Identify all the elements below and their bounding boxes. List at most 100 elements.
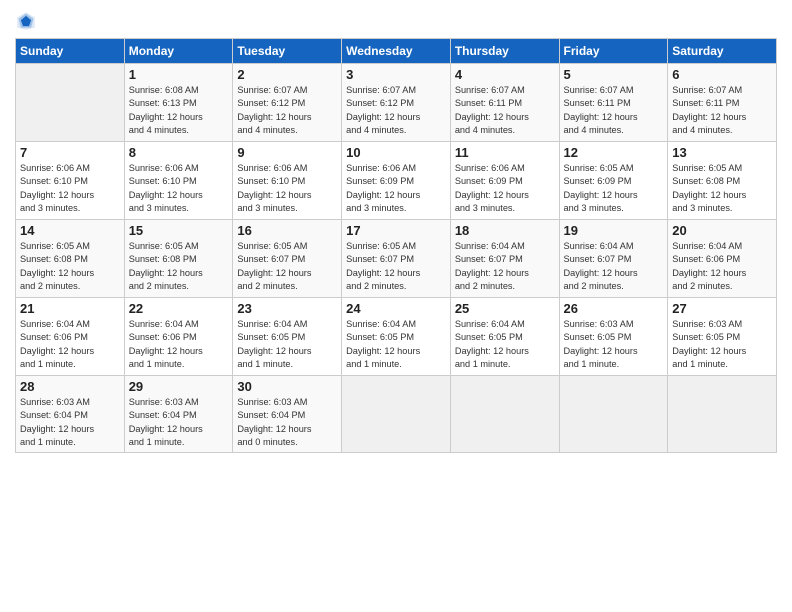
day-info: Sunrise: 6:07 AM Sunset: 6:12 PM Dayligh… (346, 84, 446, 137)
calendar-cell: 24 Sunrise: 6:04 AM Sunset: 6:05 PM Dayli… (342, 298, 451, 376)
day-info: Sunrise: 6:03 AM Sunset: 6:05 PM Dayligh… (564, 318, 664, 371)
calendar-cell: 30Sunrise: 6:03 AM Sunset: 6:04 PM Dayli… (233, 376, 342, 453)
day-of-week-header: Sunday (16, 39, 125, 64)
day-info: Sunrise: 6:06 AM Sunset: 6:10 PM Dayligh… (237, 162, 337, 215)
day-number: 13 (672, 145, 772, 160)
calendar-cell (342, 376, 451, 453)
header (15, 10, 777, 32)
day-of-week-header: Wednesday (342, 39, 451, 64)
day-info: Sunrise: 6:07 AM Sunset: 6:12 PM Dayligh… (237, 84, 337, 137)
calendar-cell (16, 64, 125, 142)
calendar-cell: 21 Sunrise: 6:04 AM Sunset: 6:06 PM Dayli… (16, 298, 125, 376)
day-info: Sunrise: 6:04 AM Sunset: 6:07 PM Dayligh… (455, 240, 555, 293)
calendar-cell (559, 376, 668, 453)
calendar-cell: 5 Sunrise: 6:07 AM Sunset: 6:11 PM Daylig… (559, 64, 668, 142)
day-number: 17 (346, 223, 446, 238)
calendar-week-row: 28 Sunrise: 6:03 AM Sunset: 6:04 PM Dayli… (16, 376, 777, 453)
day-info: Sunrise: 6:04 AM Sunset: 6:05 PM Dayligh… (346, 318, 446, 371)
calendar-week-row: 7 Sunrise: 6:06 AM Sunset: 6:10 PM Daylig… (16, 142, 777, 220)
day-number: 10 (346, 145, 446, 160)
calendar-cell: 8Sunrise: 6:06 AM Sunset: 6:10 PM Daylig… (124, 142, 233, 220)
day-info: Sunrise: 6:08 AM Sunset: 6:13 PM Dayligh… (129, 84, 229, 137)
day-number: 27 (672, 301, 772, 316)
calendar-cell: 12 Sunrise: 6:05 AM Sunset: 6:09 PM Dayli… (559, 142, 668, 220)
day-info: Sunrise: 6:05 AM Sunset: 6:08 PM Dayligh… (20, 240, 120, 293)
calendar-cell: 7 Sunrise: 6:06 AM Sunset: 6:10 PM Daylig… (16, 142, 125, 220)
calendar-cell: 29Sunrise: 6:03 AM Sunset: 6:04 PM Dayli… (124, 376, 233, 453)
day-info: Sunrise: 6:04 AM Sunset: 6:06 PM Dayligh… (672, 240, 772, 293)
day-info: Sunrise: 6:06 AM Sunset: 6:09 PM Dayligh… (455, 162, 555, 215)
calendar-cell: 2 Sunrise: 6:07 AM Sunset: 6:12 PM Daylig… (233, 64, 342, 142)
day-number: 12 (564, 145, 664, 160)
day-number: 15 (129, 223, 229, 238)
day-info: Sunrise: 6:07 AM Sunset: 6:11 PM Dayligh… (564, 84, 664, 137)
day-info: Sunrise: 6:06 AM Sunset: 6:09 PM Dayligh… (346, 162, 446, 215)
calendar-cell: 22 Sunrise: 6:04 AM Sunset: 6:06 PM Dayli… (124, 298, 233, 376)
day-number: 26 (564, 301, 664, 316)
day-number: 19 (564, 223, 664, 238)
day-number: 16 (237, 223, 337, 238)
calendar-week-row: 1Sunrise: 6:08 AM Sunset: 6:13 PM Daylig… (16, 64, 777, 142)
calendar-week-row: 14 Sunrise: 6:05 AM Sunset: 6:08 PM Dayli… (16, 220, 777, 298)
day-info: Sunrise: 6:05 AM Sunset: 6:08 PM Dayligh… (672, 162, 772, 215)
calendar-cell: 25 Sunrise: 6:04 AM Sunset: 6:05 PM Dayli… (450, 298, 559, 376)
day-info: Sunrise: 6:03 AM Sunset: 6:04 PM Dayligh… (20, 396, 120, 449)
day-info: Sunrise: 6:03 AM Sunset: 6:04 PM Dayligh… (237, 396, 337, 449)
day-number: 20 (672, 223, 772, 238)
calendar-cell: 19 Sunrise: 6:04 AM Sunset: 6:07 PM Dayli… (559, 220, 668, 298)
day-number: 7 (20, 145, 120, 160)
calendar-cell: 4Sunrise: 6:07 AM Sunset: 6:11 PM Daylig… (450, 64, 559, 142)
calendar-header-row: SundayMondayTuesdayWednesdayThursdayFrid… (16, 39, 777, 64)
calendar-table: SundayMondayTuesdayWednesdayThursdayFrid… (15, 38, 777, 453)
calendar-cell: 18 Sunrise: 6:04 AM Sunset: 6:07 PM Dayli… (450, 220, 559, 298)
logo (15, 10, 39, 32)
day-number: 23 (237, 301, 337, 316)
day-number: 28 (20, 379, 120, 394)
page-container: SundayMondayTuesdayWednesdayThursdayFrid… (0, 0, 792, 463)
day-info: Sunrise: 6:05 AM Sunset: 6:07 PM Dayligh… (237, 240, 337, 293)
day-info: Sunrise: 6:05 AM Sunset: 6:08 PM Dayligh… (129, 240, 229, 293)
day-number: 21 (20, 301, 120, 316)
calendar-cell: 9 Sunrise: 6:06 AM Sunset: 6:10 PM Daylig… (233, 142, 342, 220)
day-info: Sunrise: 6:03 AM Sunset: 6:05 PM Dayligh… (672, 318, 772, 371)
day-number: 18 (455, 223, 555, 238)
day-number: 24 (346, 301, 446, 316)
calendar-cell: 14 Sunrise: 6:05 AM Sunset: 6:08 PM Dayli… (16, 220, 125, 298)
day-info: Sunrise: 6:05 AM Sunset: 6:09 PM Dayligh… (564, 162, 664, 215)
day-info: Sunrise: 6:04 AM Sunset: 6:06 PM Dayligh… (129, 318, 229, 371)
day-number: 5 (564, 67, 664, 82)
day-of-week-header: Saturday (668, 39, 777, 64)
calendar-cell: 23 Sunrise: 6:04 AM Sunset: 6:05 PM Dayli… (233, 298, 342, 376)
day-number: 22 (129, 301, 229, 316)
calendar-cell: 10 Sunrise: 6:06 AM Sunset: 6:09 PM Dayli… (342, 142, 451, 220)
day-info: Sunrise: 6:04 AM Sunset: 6:05 PM Dayligh… (455, 318, 555, 371)
calendar-cell: 27 Sunrise: 6:03 AM Sunset: 6:05 PM Dayli… (668, 298, 777, 376)
day-info: Sunrise: 6:04 AM Sunset: 6:06 PM Dayligh… (20, 318, 120, 371)
day-number: 2 (237, 67, 337, 82)
day-number: 14 (20, 223, 120, 238)
day-of-week-header: Tuesday (233, 39, 342, 64)
day-number: 9 (237, 145, 337, 160)
day-number: 25 (455, 301, 555, 316)
day-number: 8 (129, 145, 229, 160)
calendar-cell: 1Sunrise: 6:08 AM Sunset: 6:13 PM Daylig… (124, 64, 233, 142)
day-number: 11 (455, 145, 555, 160)
calendar-cell (450, 376, 559, 453)
day-number: 3 (346, 67, 446, 82)
day-info: Sunrise: 6:04 AM Sunset: 6:07 PM Dayligh… (564, 240, 664, 293)
day-info: Sunrise: 6:07 AM Sunset: 6:11 PM Dayligh… (672, 84, 772, 137)
day-info: Sunrise: 6:04 AM Sunset: 6:05 PM Dayligh… (237, 318, 337, 371)
calendar-cell (668, 376, 777, 453)
calendar-cell: 13 Sunrise: 6:05 AM Sunset: 6:08 PM Dayli… (668, 142, 777, 220)
calendar-cell: 28 Sunrise: 6:03 AM Sunset: 6:04 PM Dayli… (16, 376, 125, 453)
calendar-week-row: 21 Sunrise: 6:04 AM Sunset: 6:06 PM Dayli… (16, 298, 777, 376)
calendar-cell: 6Sunrise: 6:07 AM Sunset: 6:11 PM Daylig… (668, 64, 777, 142)
calendar-cell: 3 Sunrise: 6:07 AM Sunset: 6:12 PM Daylig… (342, 64, 451, 142)
calendar-cell: 17Sunrise: 6:05 AM Sunset: 6:07 PM Dayli… (342, 220, 451, 298)
calendar-cell: 26 Sunrise: 6:03 AM Sunset: 6:05 PM Dayli… (559, 298, 668, 376)
day-info: Sunrise: 6:06 AM Sunset: 6:10 PM Dayligh… (20, 162, 120, 215)
calendar-cell: 16 Sunrise: 6:05 AM Sunset: 6:07 PM Dayli… (233, 220, 342, 298)
day-of-week-header: Friday (559, 39, 668, 64)
day-of-week-header: Monday (124, 39, 233, 64)
day-of-week-header: Thursday (450, 39, 559, 64)
